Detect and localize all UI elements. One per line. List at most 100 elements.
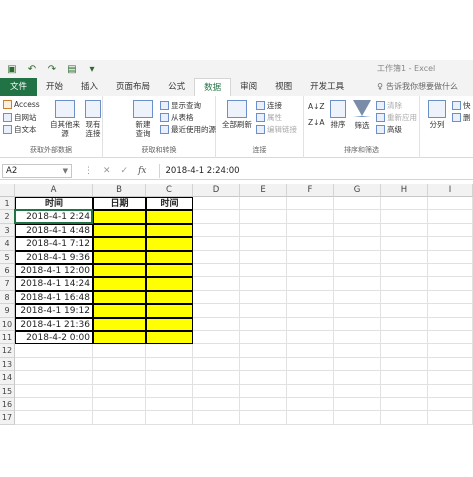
column-header-a[interactable]: A <box>15 184 93 197</box>
cell-a17[interactable] <box>15 411 93 425</box>
cell-h2[interactable] <box>381 210 428 224</box>
column-header-e[interactable]: E <box>240 184 287 197</box>
cell-c15[interactable] <box>146 384 193 398</box>
column-header-g[interactable]: G <box>334 184 381 197</box>
cell-i13[interactable] <box>428 357 473 372</box>
cell-b13[interactable] <box>93 357 146 372</box>
cell-b6[interactable] <box>93 264 146 278</box>
tab-view[interactable]: 视图 <box>266 78 301 96</box>
cell-d11[interactable] <box>193 331 240 345</box>
cell-h12[interactable] <box>381 344 428 358</box>
row-header-10[interactable]: 10 <box>0 317 15 331</box>
cell-c11[interactable] <box>146 331 193 345</box>
cell-g9[interactable] <box>334 304 381 318</box>
cell-d17[interactable] <box>193 411 240 425</box>
select-all-corner[interactable] <box>0 184 15 197</box>
new-query-button[interactable]: 新建 查询 <box>128 100 158 138</box>
cell-g10[interactable] <box>334 317 381 331</box>
from-text-button[interactable]: 自文本 <box>3 124 37 135</box>
cell-i3[interactable] <box>428 223 473 238</box>
cell-b12[interactable] <box>93 344 146 358</box>
cell-i5[interactable] <box>428 250 473 264</box>
cell-h4[interactable] <box>381 237 428 251</box>
cell-e17[interactable] <box>240 411 287 425</box>
column-header-i[interactable]: I <box>428 184 473 197</box>
cell-e14[interactable] <box>240 371 287 385</box>
cell-c16[interactable] <box>146 398 193 412</box>
cell-h10[interactable] <box>381 317 428 331</box>
cell-g4[interactable] <box>334 237 381 251</box>
cell-b1[interactable]: 日期 <box>93 197 146 211</box>
cell-a7[interactable]: 2018-4-1 14:24 <box>15 277 93 291</box>
cell-i10[interactable] <box>428 317 473 331</box>
properties-button[interactable]: 属性 <box>256 112 282 123</box>
tab-review[interactable]: 审阅 <box>231 78 266 96</box>
cell-h15[interactable] <box>381 384 428 398</box>
cell-d13[interactable] <box>193 357 240 372</box>
tab-page-layout[interactable]: 页面布局 <box>107 78 159 96</box>
from-access-button[interactable]: Access <box>3 100 40 109</box>
undo-icon[interactable]: ↶ <box>26 63 38 75</box>
cell-f11[interactable] <box>287 331 334 345</box>
cell-c10[interactable] <box>146 317 193 331</box>
cell-i9[interactable] <box>428 304 473 318</box>
row-header-8[interactable]: 8 <box>0 290 15 305</box>
cell-i4[interactable] <box>428 237 473 251</box>
cell-i1[interactable] <box>428 197 473 211</box>
cell-c5[interactable] <box>146 250 193 264</box>
refresh-all-button[interactable]: 全部刷新 <box>220 100 254 129</box>
cell-f10[interactable] <box>287 317 334 331</box>
tab-insert[interactable]: 插入 <box>72 78 107 96</box>
cell-f12[interactable] <box>287 344 334 358</box>
column-header-d[interactable]: D <box>193 184 240 197</box>
cell-f8[interactable] <box>287 290 334 305</box>
cell-h1[interactable] <box>381 197 428 211</box>
reapply-button[interactable]: 重新应用 <box>376 112 417 123</box>
from-table-button[interactable]: 从表格 <box>160 112 194 123</box>
cell-a6[interactable]: 2018-4-1 12:00 <box>15 264 93 278</box>
cell-b15[interactable] <box>93 384 146 398</box>
cell-a10[interactable]: 2018-4-1 21:36 <box>15 317 93 331</box>
cell-e10[interactable] <box>240 317 287 331</box>
cell-c1[interactable]: 时间 <box>146 197 193 211</box>
cell-b10[interactable] <box>93 317 146 331</box>
tab-data[interactable]: 数据 <box>194 78 232 96</box>
customize-icon[interactable]: ▾ <box>86 63 98 75</box>
column-header-h[interactable]: H <box>381 184 428 197</box>
cell-c8[interactable] <box>146 290 193 305</box>
cell-f16[interactable] <box>287 398 334 412</box>
cell-c7[interactable] <box>146 277 193 291</box>
redo-icon[interactable]: ↷ <box>46 63 58 75</box>
cell-d2[interactable] <box>193 210 240 224</box>
cell-g11[interactable] <box>334 331 381 345</box>
cell-c3[interactable] <box>146 223 193 238</box>
cell-c9[interactable] <box>146 304 193 318</box>
cell-h9[interactable] <box>381 304 428 318</box>
cell-e11[interactable] <box>240 331 287 345</box>
from-web-button[interactable]: 自网站 <box>3 112 37 123</box>
existing-connections-button[interactable]: 现有连接 <box>83 100 103 138</box>
cell-e7[interactable] <box>240 277 287 291</box>
cell-b2[interactable] <box>93 210 146 224</box>
cell-c4[interactable] <box>146 237 193 251</box>
cell-f3[interactable] <box>287 223 334 238</box>
cell-i16[interactable] <box>428 398 473 412</box>
cell-a1[interactable]: 时间 <box>15 197 93 211</box>
cell-b7[interactable] <box>93 277 146 291</box>
recent-sources-button[interactable]: 最近使用的源 <box>160 124 216 135</box>
cell-f1[interactable] <box>287 197 334 211</box>
cell-e5[interactable] <box>240 250 287 264</box>
cell-d16[interactable] <box>193 398 240 412</box>
cell-e3[interactable] <box>240 223 287 238</box>
show-queries-button[interactable]: 显示查询 <box>160 100 201 111</box>
row-header-2[interactable]: 2 <box>0 210 15 224</box>
cell-c13[interactable] <box>146 357 193 372</box>
cell-d14[interactable] <box>193 371 240 385</box>
cell-g17[interactable] <box>334 411 381 425</box>
cell-i15[interactable] <box>428 384 473 398</box>
cell-e4[interactable] <box>240 237 287 251</box>
cell-e8[interactable] <box>240 290 287 305</box>
cell-d7[interactable] <box>193 277 240 291</box>
cell-d9[interactable] <box>193 304 240 318</box>
cell-g14[interactable] <box>334 371 381 385</box>
